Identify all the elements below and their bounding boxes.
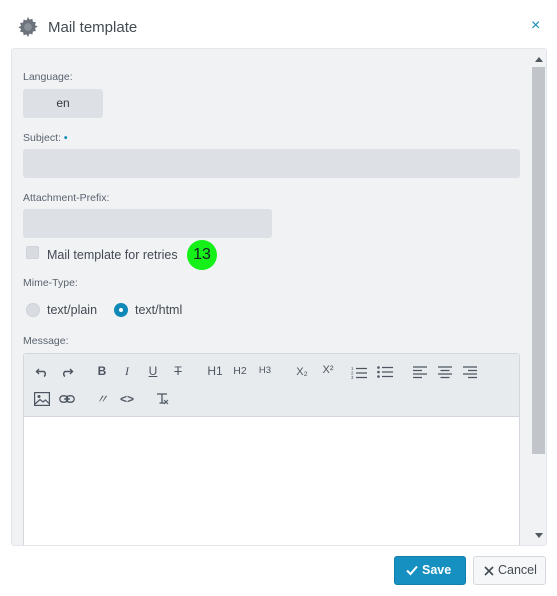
undo-icon[interactable] — [32, 363, 52, 381]
retries-checkbox-label[interactable]: Mail template for retries — [47, 248, 178, 262]
superscript-button[interactable]: X² — [317, 361, 339, 379]
form-panel: Language: en Subject: • Attachment-Prefi… — [11, 48, 547, 546]
message-label: Message: — [23, 335, 69, 347]
dialog-title: Mail template — [48, 19, 138, 36]
dialog-header: Mail template × — [0, 0, 557, 52]
align-right-icon[interactable] — [460, 363, 480, 381]
subscript-button[interactable]: X₂ — [291, 363, 313, 381]
x-icon — [484, 566, 494, 576]
panel-scrollbar[interactable] — [530, 49, 546, 545]
radio-text-plain[interactable] — [26, 303, 40, 317]
gear-icon — [18, 16, 38, 38]
attachment-prefix-input[interactable] — [23, 209, 272, 238]
bullet-list-icon[interactable] — [375, 363, 395, 381]
language-label: Language: — [23, 71, 73, 83]
message-editor: B I U T H1 H2 H3 X₂ X² 123 〃 <> — [23, 353, 520, 545]
close-icon[interactable]: × — [531, 18, 545, 34]
align-center-icon[interactable] — [435, 363, 455, 381]
blockquote-button[interactable]: 〃 — [92, 390, 112, 408]
save-button-label: Save — [422, 563, 452, 577]
subject-label: Subject: • — [23, 132, 68, 144]
subject-label-text: Subject: — [23, 132, 61, 144]
mime-type-label: Mime-Type: — [23, 277, 78, 289]
cancel-button[interactable]: Cancel — [473, 556, 546, 585]
retries-checkbox[interactable] — [26, 246, 39, 259]
save-button[interactable]: Save — [394, 556, 466, 585]
heading-3-button[interactable]: H3 — [254, 362, 276, 380]
scroll-down-arrow-icon[interactable] — [535, 533, 543, 538]
svg-text:3: 3 — [351, 375, 354, 379]
cancel-button-label: Cancel — [498, 563, 537, 577]
scroll-up-arrow-icon[interactable] — [535, 57, 543, 62]
message-editor-body[interactable] — [24, 418, 519, 545]
ordered-list-icon[interactable]: 123 — [349, 363, 369, 381]
radio-text-html-label[interactable]: text/html — [135, 303, 182, 317]
radio-text-html[interactable] — [114, 303, 128, 317]
align-left-icon[interactable] — [410, 363, 430, 381]
step-badge: 13 — [187, 240, 217, 270]
checkmark-icon — [406, 565, 418, 576]
strikethrough-button[interactable]: T — [168, 362, 188, 380]
link-icon[interactable] — [57, 390, 77, 408]
underline-button[interactable]: U — [143, 362, 163, 380]
bold-button[interactable]: B — [92, 362, 112, 380]
heading-1-button[interactable]: H1 — [204, 362, 226, 380]
image-icon[interactable] — [32, 390, 52, 408]
scroll-thumb[interactable] — [532, 67, 545, 454]
radio-text-plain-label[interactable]: text/plain — [47, 303, 97, 317]
required-indicator: • — [63, 132, 68, 144]
redo-icon[interactable] — [57, 363, 77, 381]
heading-2-button[interactable]: H2 — [229, 362, 251, 380]
code-button[interactable]: <> — [117, 390, 137, 408]
language-select[interactable]: en — [23, 89, 103, 118]
italic-button[interactable]: I — [117, 362, 137, 380]
clear-format-icon[interactable] — [152, 390, 172, 408]
editor-toolbar: B I U T H1 H2 H3 X₂ X² 123 〃 <> — [24, 354, 519, 417]
attachment-prefix-label: Attachment-Prefix: — [23, 192, 110, 204]
subject-input[interactable] — [23, 149, 520, 178]
